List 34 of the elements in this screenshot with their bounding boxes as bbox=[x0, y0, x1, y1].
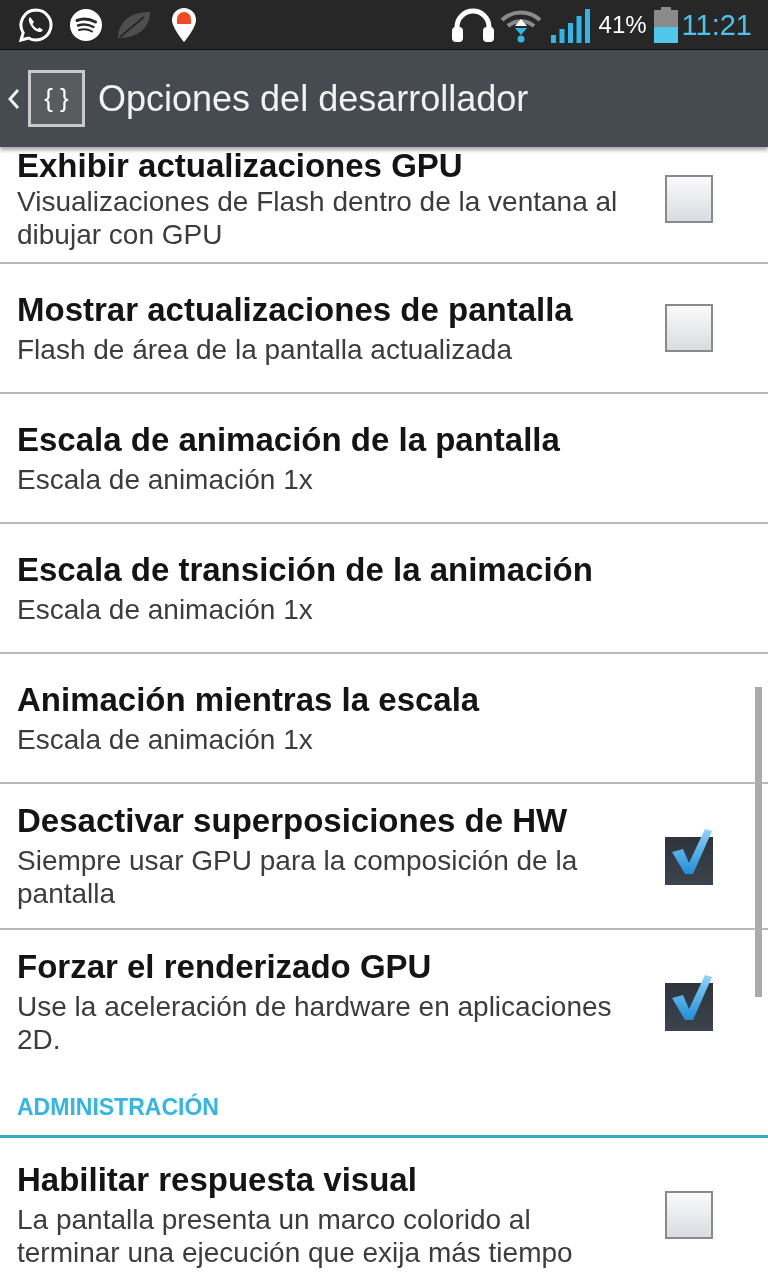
setting-title: Escala de animación de la pantalla bbox=[17, 420, 561, 459]
setting-summary: Escala de animación 1x bbox=[17, 462, 314, 496]
section-header: ADMINISTRACIÓN bbox=[17, 1092, 220, 1122]
setting-title: Animación mientras la escala bbox=[17, 680, 481, 719]
setting-title: Forzar el renderizado GPU bbox=[17, 948, 433, 986]
setting-summary: Escala de animación 1x bbox=[17, 722, 314, 756]
setting-title: Mostrar actualizaciones de pantalla bbox=[17, 290, 574, 329]
setting-summary: La pantalla presenta un marco colorido al terminar una ejecución que exija más tiempo bbox=[17, 1203, 574, 1269]
setting-summary: Flash de área de la pantalla actualizada bbox=[17, 332, 513, 366]
setting-summary: Visualizaciones de Flash dentro de la ventana al dibujar con GPU bbox=[17, 185, 619, 251]
setting-title: Escala de transición de la animación bbox=[17, 550, 594, 589]
signal-bars-icon bbox=[550, 6, 590, 43]
app-icon[interactable]: { } bbox=[28, 70, 85, 127]
battery-icon bbox=[653, 6, 678, 43]
checkbox[interactable] bbox=[665, 973, 713, 1031]
clock-time: 11:21 bbox=[681, 7, 752, 42]
back-caret-icon[interactable] bbox=[8, 87, 20, 110]
chat-bubble-phone-icon bbox=[18, 6, 54, 43]
checkbox[interactable] bbox=[665, 175, 713, 223]
setting-summary: Use la aceleración de hardware en aplicaciones 2D. bbox=[17, 990, 613, 1056]
checkbox[interactable] bbox=[665, 1191, 713, 1239]
leaf-icon bbox=[116, 9, 152, 40]
music-circle-icon bbox=[70, 8, 102, 41]
setting-summary: Escala de animación 1x bbox=[17, 592, 314, 626]
screen-title: Opciones del desarrollador bbox=[98, 77, 529, 120]
setting-title: Exhibir actualizaciones GPU bbox=[17, 147, 464, 185]
setting-title: Habilitar respuesta visual bbox=[17, 1161, 418, 1199]
setting-summary: Siempre usar GPU para la composición de la pantalla bbox=[17, 844, 579, 910]
battery-percent: 41% bbox=[598, 9, 647, 40]
headphones-icon bbox=[451, 7, 494, 42]
checkbox[interactable] bbox=[665, 304, 713, 352]
checkbox[interactable] bbox=[665, 827, 713, 885]
map-pin-icon bbox=[172, 7, 196, 42]
setting-title: Desactivar superposiciones de HW bbox=[17, 802, 569, 840]
